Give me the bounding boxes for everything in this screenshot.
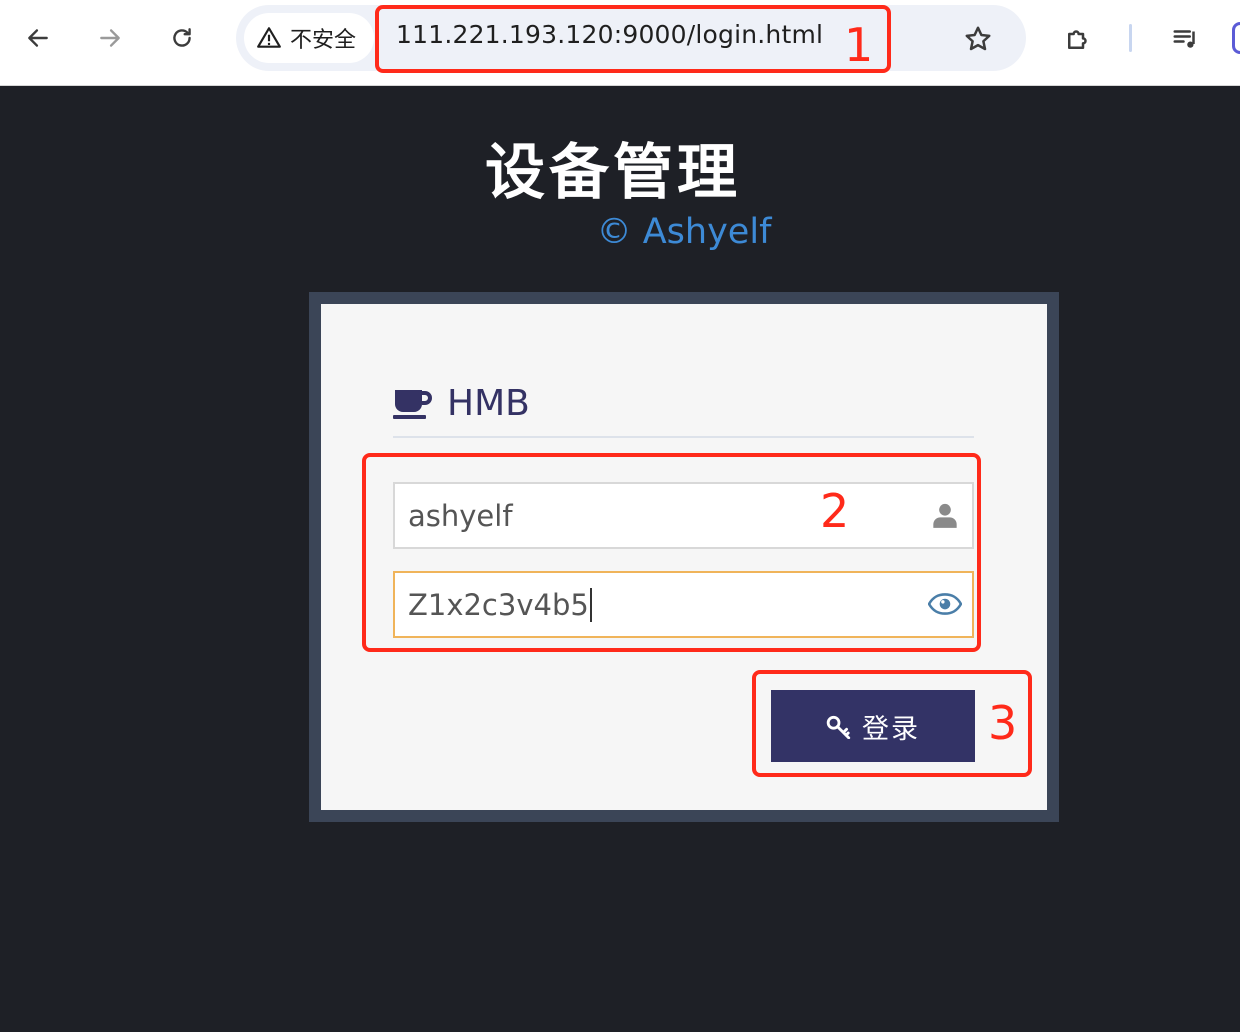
media-controls-icon[interactable] — [1166, 19, 1206, 59]
toolbar-divider — [1129, 24, 1132, 52]
copyright-text: © Ashyelf — [596, 212, 772, 252]
annotation-box-1 — [375, 5, 891, 73]
reload-icon[interactable] — [162, 18, 202, 58]
forward-arrow-icon[interactable] — [90, 18, 130, 58]
annotation-box-2 — [362, 453, 981, 652]
brand-divider — [393, 436, 974, 438]
extensions-puzzle-icon[interactable] — [1058, 19, 1098, 59]
annotation-label-1: 1 — [844, 18, 874, 72]
security-label: 不安全 — [290, 28, 357, 53]
star-icon[interactable] — [958, 19, 998, 59]
profile-avatar[interactable] — [1232, 22, 1240, 54]
annotation-label-2: 2 — [820, 484, 850, 538]
brand-header: HMB — [393, 380, 530, 426]
brand-name: HMB — [447, 382, 530, 424]
page-title: 设备管理 — [485, 138, 741, 208]
security-chip[interactable]: 不安全 — [244, 13, 374, 63]
coffee-cup-icon — [393, 390, 432, 419]
back-arrow-icon[interactable] — [18, 18, 58, 58]
annotation-label-3: 3 — [988, 696, 1018, 750]
warning-icon — [257, 27, 281, 48]
